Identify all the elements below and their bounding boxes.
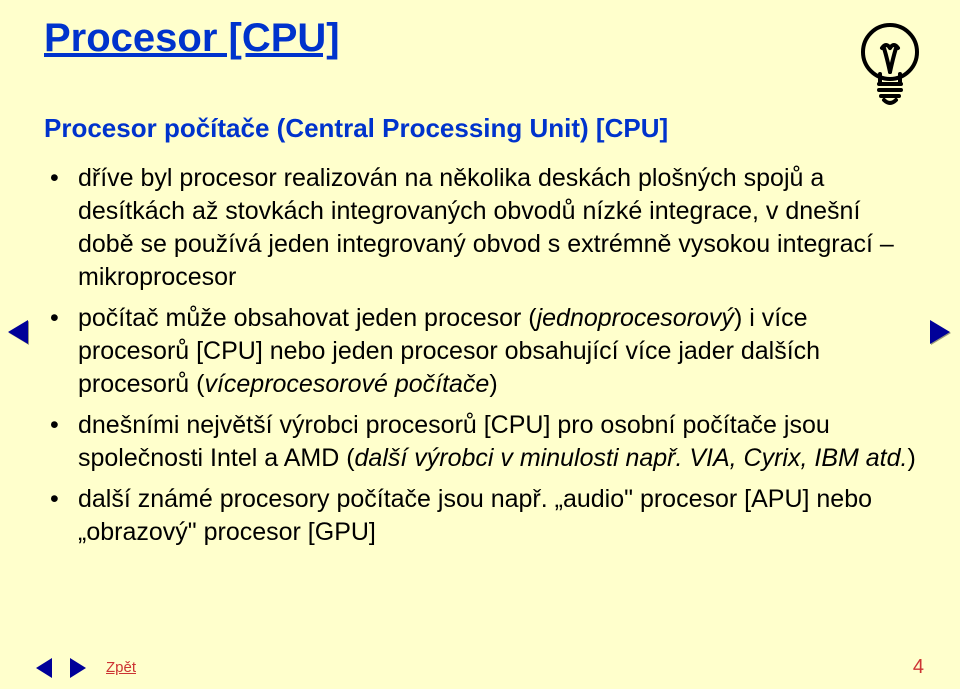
page-title: Procesor [CPU] [44, 16, 340, 61]
bullet-text: další výrobci v minulosti např. VIA, Cyr… [355, 444, 908, 472]
bullet-text: ) [489, 370, 497, 398]
bullet-list: dříve byl procesor realizován na několik… [44, 162, 916, 549]
subtitle: Procesor počítače (Central Processing Un… [44, 113, 916, 144]
list-item: dříve byl procesor realizován na několik… [72, 162, 916, 294]
list-item: dnešními největší výrobci procesorů [CPU… [72, 409, 916, 475]
footer-prev-arrow[interactable] [36, 658, 52, 678]
bullet-text: počítač může obsahovat jeden procesor ( [78, 304, 537, 332]
list-item: počítač může obsahovat jeden procesor (j… [72, 302, 916, 401]
next-arrow[interactable] [930, 320, 952, 344]
bullet-text: jednoprocesorový [537, 304, 734, 332]
footer: Zpět 4 [0, 656, 960, 679]
page-number: 4 [913, 656, 924, 679]
bullet-text: víceprocesorové počítače [204, 370, 489, 398]
bullet-text: další známé procesory počítače jsou např… [78, 485, 872, 546]
prev-arrow[interactable] [8, 320, 30, 344]
list-item: další známé procesory počítače jsou např… [72, 483, 916, 549]
lightbulb-icon [854, 18, 926, 113]
bullet-text: ) [907, 444, 915, 472]
bullet-text: dříve byl procesor realizován na několik… [78, 164, 894, 291]
back-link[interactable]: Zpět [106, 659, 136, 676]
footer-next-arrow[interactable] [70, 658, 86, 678]
